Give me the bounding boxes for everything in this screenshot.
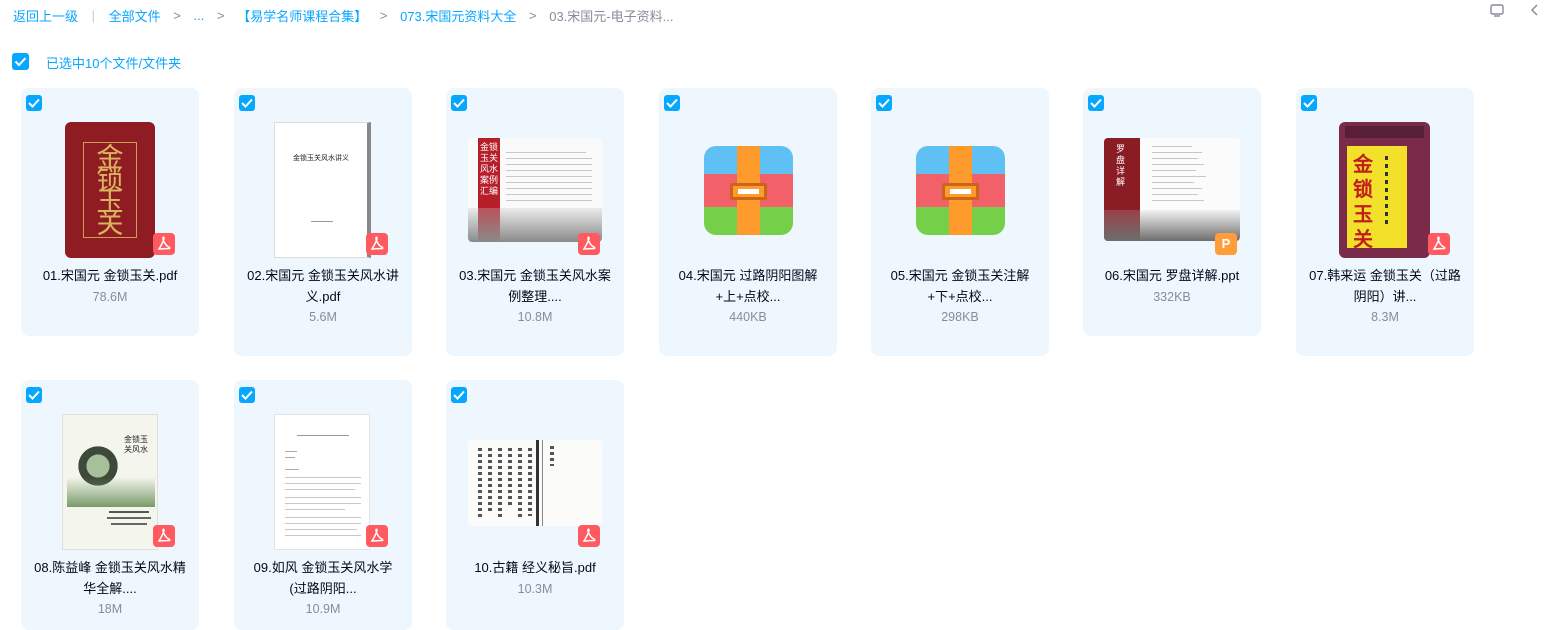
file-name-line1: 08.陈益峰 金锁玉关风水精	[34, 560, 186, 575]
pdf-icon	[153, 233, 175, 255]
file-name-line1: 03.宋国元 金锁玉关风水案	[459, 268, 611, 283]
file-size: 332KB	[1153, 290, 1191, 304]
pdf-icon	[366, 525, 388, 547]
file-size: 298KB	[941, 310, 979, 324]
breadcrumb-level2[interactable]: 073.宋国元资料大全	[400, 6, 516, 25]
file-thumbnail: 金锁玉关风水讲义	[274, 122, 371, 258]
file-card[interactable]: 金锁玉关 07.韩来运 金锁玉关（过路 阴阳）讲... 8.3M	[1296, 88, 1474, 356]
ppt-icon: P	[1215, 233, 1237, 255]
selection-count: 已选中10个文件/文件夹	[46, 56, 182, 71]
breadcrumb-level1[interactable]: 【易学名师课程合集】	[237, 6, 367, 25]
chevron-right-icon: >	[216, 8, 225, 23]
file-card[interactable]: 金锁玉关 01.宋国元 金锁玉关.pdf 78.6M	[21, 88, 199, 336]
file-card[interactable]: 金锁玉关风水 08.陈益峰 金锁玉关风水精 华全解.... 18M	[21, 380, 199, 630]
file-name-line2: 阴阳）讲...	[1353, 289, 1417, 304]
file-thumbnail: 金锁玉关	[65, 122, 155, 258]
breadcrumb-bar: 返回上一级 | 全部文件 > ... > 【易学名师课程合集】 > 073.宋国…	[0, 0, 1553, 30]
cover-title: 金锁玉关风水	[124, 435, 148, 454]
breadcrumb-all-files[interactable]: 全部文件	[109, 6, 161, 25]
file-size: 78.6M	[92, 290, 128, 304]
file-size: 18M	[97, 602, 123, 616]
file-name-line2: +下+点校...	[927, 289, 993, 304]
breadcrumb-current: 03.宋国元-电子资料...	[549, 9, 674, 24]
archive-icon	[704, 146, 793, 235]
file-checkbox[interactable]	[26, 387, 42, 403]
file-checkbox[interactable]	[26, 95, 42, 111]
cover-title: 金锁玉关	[96, 143, 124, 240]
file-card[interactable]: 05.宋国元 金锁玉关注解 +下+点校... 298KB	[871, 88, 1049, 356]
file-size: 10.8M	[517, 310, 553, 324]
file-name-line2: (过路阴阳...	[289, 581, 357, 596]
file-card[interactable]: 金锁玉关风水讲义 02.宋国元 金锁玉关风水讲 义.pdf 5.6M	[234, 88, 412, 356]
chevron-right-icon: >	[173, 8, 181, 23]
cover-title: 金锁玉关风水讲义	[293, 155, 349, 162]
file-checkbox[interactable]	[1088, 95, 1104, 111]
collapse-icon[interactable]	[1525, 0, 1545, 20]
file-name-line1: 04.宋国元 过路阴阳图解	[678, 268, 818, 283]
separator: |	[91, 8, 96, 23]
file-name-line1: 09.如风 金锁玉关风水学	[253, 560, 393, 575]
file-size: 8.3M	[1371, 310, 1399, 324]
file-checkbox[interactable]	[664, 95, 680, 111]
cover-title: 金锁玉关风水案例汇编	[480, 142, 499, 196]
breadcrumb-ellipsis[interactable]: ...	[194, 8, 205, 23]
chevron-right-icon: >	[379, 8, 388, 23]
pdf-icon	[1428, 233, 1450, 255]
file-thumbnail: 金锁玉关风水	[62, 414, 158, 550]
file-checkbox[interactable]	[239, 387, 255, 403]
file-checkbox[interactable]	[239, 95, 255, 111]
file-name: 06.宋国元 罗盘详解.ppt	[1104, 268, 1240, 283]
file-size: 10.9M	[305, 602, 341, 616]
file-thumbnail	[468, 440, 602, 526]
file-size: 10.3M	[517, 582, 553, 596]
view-mode-icon[interactable]	[1487, 0, 1507, 20]
file-thumbnail: 金锁玉关风水案例汇编	[468, 138, 602, 242]
back-link[interactable]: 返回上一级	[13, 6, 78, 25]
breadcrumb: 返回上一级 | 全部文件 > ... > 【易学名师课程合集】 > 073.宋国…	[13, 6, 673, 25]
chevron-right-icon: >	[529, 8, 537, 23]
file-card[interactable]: 金锁玉关风水案例汇编 03.宋国元 金锁玉关风水案 例整理.... 10.8M	[446, 88, 624, 356]
file-name-line2: 华全解....	[83, 581, 137, 596]
file-name-line2: 例整理....	[508, 289, 562, 304]
file-thumbnail: 罗盘详解	[1104, 138, 1240, 241]
pdf-icon	[578, 233, 600, 255]
pdf-icon	[366, 233, 388, 255]
file-checkbox[interactable]	[876, 95, 892, 111]
pdf-icon	[153, 525, 175, 547]
file-size: 5.6M	[309, 310, 337, 324]
file-name-line1: 07.韩来运 金锁玉关（过路	[1309, 268, 1461, 283]
file-checkbox[interactable]	[451, 95, 467, 111]
pdf-icon	[578, 525, 600, 547]
file-card[interactable]: 09.如风 金锁玉关风水学 (过路阴阳... 10.9M	[234, 380, 412, 630]
file-name-line1: 05.宋国元 金锁玉关注解	[890, 268, 1030, 283]
file-card[interactable]: 罗盘详解 P 06.宋国元 罗盘详解.ppt 332KB	[1083, 88, 1261, 336]
file-thumbnail	[274, 414, 370, 550]
cover-title: 金锁玉关	[1353, 152, 1373, 251]
cover-title: 罗盘详解	[1116, 144, 1126, 187]
file-size: 440KB	[729, 310, 767, 324]
file-name-line2: 义.pdf	[305, 289, 341, 304]
file-thumbnail: 金锁玉关	[1339, 122, 1430, 258]
file-name: 01.宋国元 金锁玉关.pdf	[42, 268, 178, 283]
archive-icon	[916, 146, 1005, 235]
file-card[interactable]: 10.古籍 经义秘旨.pdf 10.3M	[446, 380, 624, 630]
file-name: 10.古籍 经义秘旨.pdf	[474, 560, 596, 575]
file-checkbox[interactable]	[1301, 95, 1317, 111]
file-name-line1: 02.宋国元 金锁玉关风水讲	[247, 268, 399, 283]
select-all-checkbox[interactable]	[12, 53, 29, 70]
file-checkbox[interactable]	[451, 387, 467, 403]
file-name-line2: +上+点校...	[715, 289, 781, 304]
file-card[interactable]: 04.宋国元 过路阴阳图解 +上+点校... 440KB	[659, 88, 837, 356]
